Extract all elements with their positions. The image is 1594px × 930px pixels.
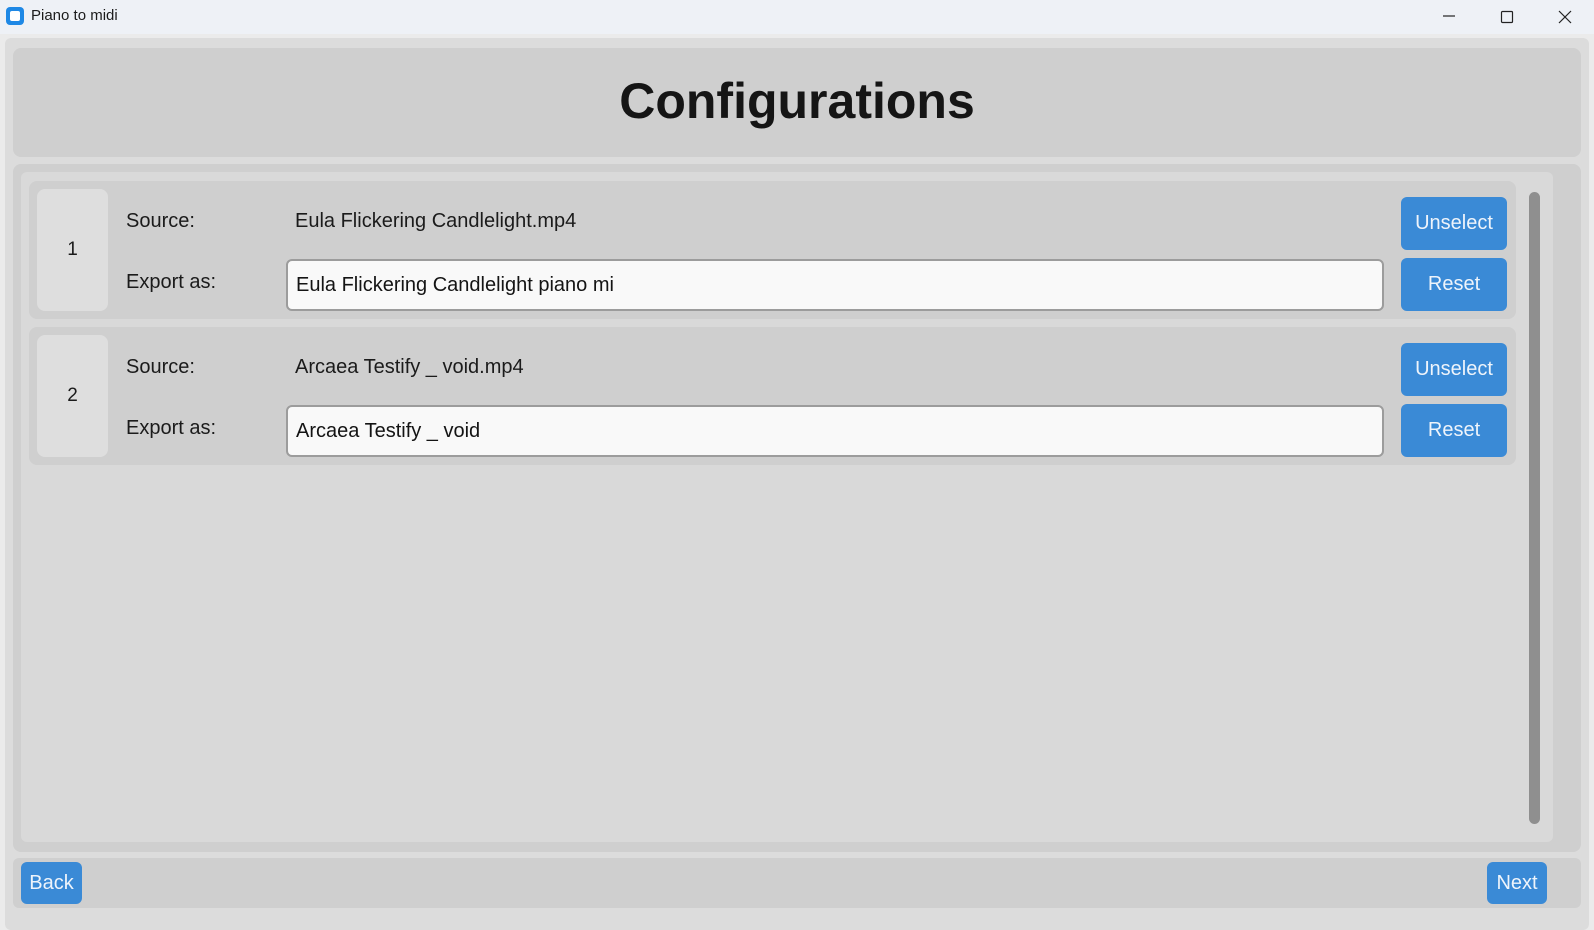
export-label: Export as: [126,271,217,293]
page-title: Configurations [619,73,975,129]
configuration-row-2: 2 Source: Arcaea Testify _ void.mp4 Expo… [29,327,1516,465]
maximize-icon [1500,10,1514,24]
back-button[interactable]: Back [21,862,82,904]
reset-button[interactable]: Reset [1401,258,1507,311]
export-label: Export as: [126,417,217,439]
footer-bar [13,858,1581,908]
next-button[interactable]: Next [1487,862,1547,904]
unselect-button[interactable]: Unselect [1401,197,1507,250]
export-name-input[interactable] [286,259,1384,311]
title-bar: Piano to midi [0,0,1594,34]
reset-button[interactable]: Reset [1401,404,1507,457]
minimize-icon [1443,15,1455,17]
header-panel: Configurations [13,48,1581,157]
maximize-button[interactable] [1478,0,1536,34]
app-icon [6,7,24,25]
scrollbar[interactable] [1529,192,1540,824]
export-name-input[interactable] [286,405,1384,457]
source-filename: Eula Flickering Candlelight.mp4 [295,210,577,232]
close-icon [1558,10,1572,24]
configuration-row-1: 1 Source: Eula Flickering Candlelight.mp… [29,181,1516,319]
source-label: Source: [126,210,195,232]
row-number: 1 [37,189,108,311]
window-title: Piano to midi [31,7,118,24]
source-label: Source: [126,356,195,378]
row-number: 2 [37,335,108,457]
source-filename: Arcaea Testify _ void.mp4 [295,356,524,378]
minimize-button[interactable] [1420,0,1478,34]
close-button[interactable] [1536,0,1594,34]
unselect-button[interactable]: Unselect [1401,343,1507,396]
